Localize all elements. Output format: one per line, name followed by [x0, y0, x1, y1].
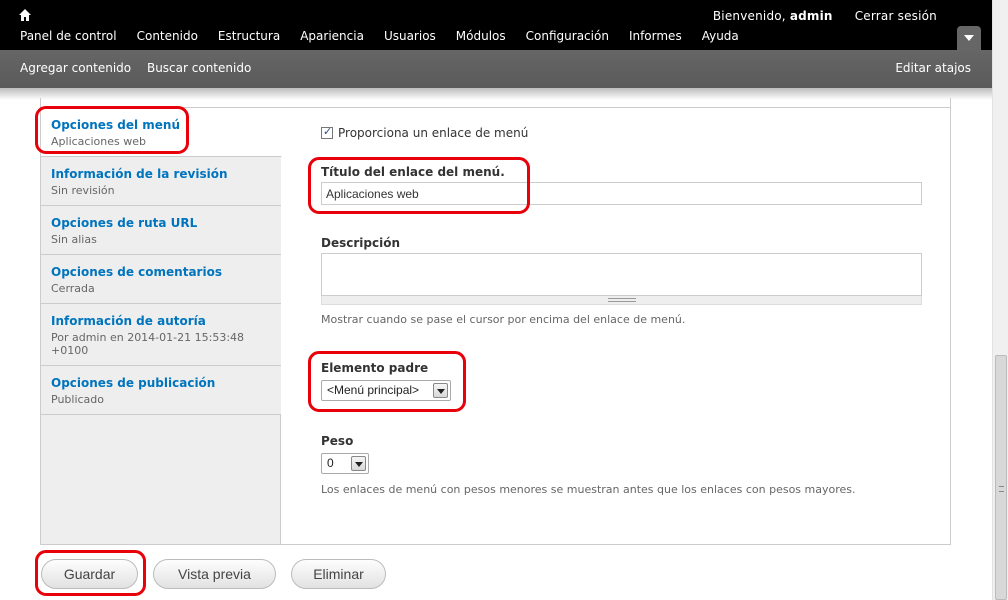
- preview-button[interactable]: Vista previa: [153, 559, 276, 589]
- menu-item-people[interactable]: Usuarios: [384, 29, 436, 43]
- description-textarea[interactable]: [321, 253, 922, 296]
- grip-lines-icon: [608, 298, 636, 302]
- user-links: Bienvenido, admin Cerrar sesión: [713, 9, 937, 23]
- vtab-summary: Por admin en 2014-01-21 15:53:48 +0100: [51, 331, 245, 357]
- description-label: Descripción: [321, 236, 400, 250]
- menu-item-help[interactable]: Ayuda: [702, 29, 739, 43]
- vtab-title: Opciones de publicación: [51, 376, 216, 390]
- provide-menu-link-row: Proporciona un enlace de menú: [321, 125, 528, 140]
- grip-lines-icon: [999, 486, 1004, 492]
- vtab-summary: Aplicaciones web: [51, 135, 146, 148]
- vtab-authoring-info[interactable]: Información de autoría Por admin en 2014…: [41, 304, 281, 366]
- vtab-title: Opciones de ruta URL: [51, 216, 198, 230]
- weight-label: Peso: [321, 434, 354, 448]
- vtab-revision-info[interactable]: Información de la revisión Sin revisión: [41, 157, 281, 206]
- chevron-down-icon: [964, 35, 974, 41]
- weight-select[interactable]: 0: [321, 453, 369, 474]
- shortcut-find-content[interactable]: Buscar contenido: [147, 61, 251, 75]
- menu-item-content[interactable]: Contenido: [137, 29, 198, 43]
- username[interactable]: admin: [790, 9, 833, 23]
- menu-item-structure[interactable]: Estructura: [218, 29, 280, 43]
- logout-link[interactable]: Cerrar sesión: [855, 9, 937, 23]
- vtab-title: Información de la revisión: [51, 167, 228, 181]
- vtab-title: Opciones del menú: [51, 118, 181, 132]
- scrollbar-thumb[interactable]: [995, 355, 1007, 600]
- admin-toolbar: Bienvenido, admin Cerrar sesión Panel de…: [0, 0, 992, 50]
- parent-item-value: <Menú principal>: [327, 383, 420, 397]
- vtab-publishing-options[interactable]: Opciones de publicación Publicado: [41, 366, 281, 415]
- parent-item-select[interactable]: <Menú principal>: [321, 380, 451, 401]
- menu-link-title-input[interactable]: [321, 182, 922, 205]
- vtab-summary: Sin alias: [51, 233, 97, 246]
- save-button[interactable]: Guardar: [41, 559, 138, 589]
- page-scrollbar[interactable]: [992, 0, 1008, 600]
- shortcut-list: Agregar contenido Buscar contenido: [20, 61, 263, 75]
- menu-link-title-label: Título del enlace del menú.: [321, 165, 505, 179]
- provide-menu-link-checkbox[interactable]: [321, 125, 333, 139]
- menu-item-appearance[interactable]: Apariencia: [300, 29, 364, 43]
- vertical-tab-list: Opciones del menú Aplicaciones web Infor…: [41, 108, 282, 544]
- weight-value: 0: [327, 456, 334, 470]
- chevron-down-icon: [351, 456, 366, 471]
- chevron-down-icon: [433, 383, 448, 398]
- delete-button[interactable]: Eliminar: [291, 559, 386, 589]
- welcome-text: Bienvenido, admin: [712, 9, 833, 23]
- vtab-menu-settings[interactable]: Opciones del menú Aplicaciones web: [41, 108, 282, 157]
- vtab-comment-settings[interactable]: Opciones de comentarios Cerrada: [41, 255, 281, 304]
- menu-item-reports[interactable]: Informes: [629, 29, 682, 43]
- menu-item-dashboard[interactable]: Panel de control: [20, 29, 117, 43]
- weight-help-text: Los enlaces de menú con pesos menores se…: [321, 483, 856, 496]
- menu-settings-pane: Proporciona un enlace de menú Título del…: [281, 108, 951, 545]
- vtab-title: Opciones de comentarios: [51, 265, 222, 279]
- textarea-resize-handle[interactable]: [321, 296, 922, 305]
- menu-item-configuration[interactable]: Configuración: [526, 29, 609, 43]
- shortcuts-bar: Agregar contenido Buscar contenido Edita…: [0, 50, 992, 88]
- shortcuts-toggle-button[interactable]: [957, 26, 981, 50]
- home-icon[interactable]: [18, 8, 32, 22]
- menu-item-modules[interactable]: Módulos: [456, 29, 506, 43]
- edit-shortcuts-link[interactable]: Editar atajos: [895, 61, 971, 75]
- provide-menu-link-label[interactable]: Proporciona un enlace de menú: [338, 126, 528, 140]
- vtab-summary: Sin revisión: [51, 184, 115, 197]
- vtab-title: Información de autoría: [51, 314, 206, 328]
- vtab-summary: Publicado: [51, 393, 105, 406]
- shortcut-add-content[interactable]: Agregar contenido: [20, 61, 131, 75]
- main-menu: Panel de control Contenido Estructura Ap…: [20, 29, 759, 43]
- vtab-summary: Cerrada: [51, 282, 95, 295]
- vtab-url-path[interactable]: Opciones de ruta URL Sin alias: [41, 206, 281, 255]
- description-help-text: Mostrar cuando se pase el cursor por enc…: [321, 313, 686, 326]
- fieldset-top-edge: [40, 98, 951, 108]
- parent-item-label: Elemento padre: [321, 361, 429, 375]
